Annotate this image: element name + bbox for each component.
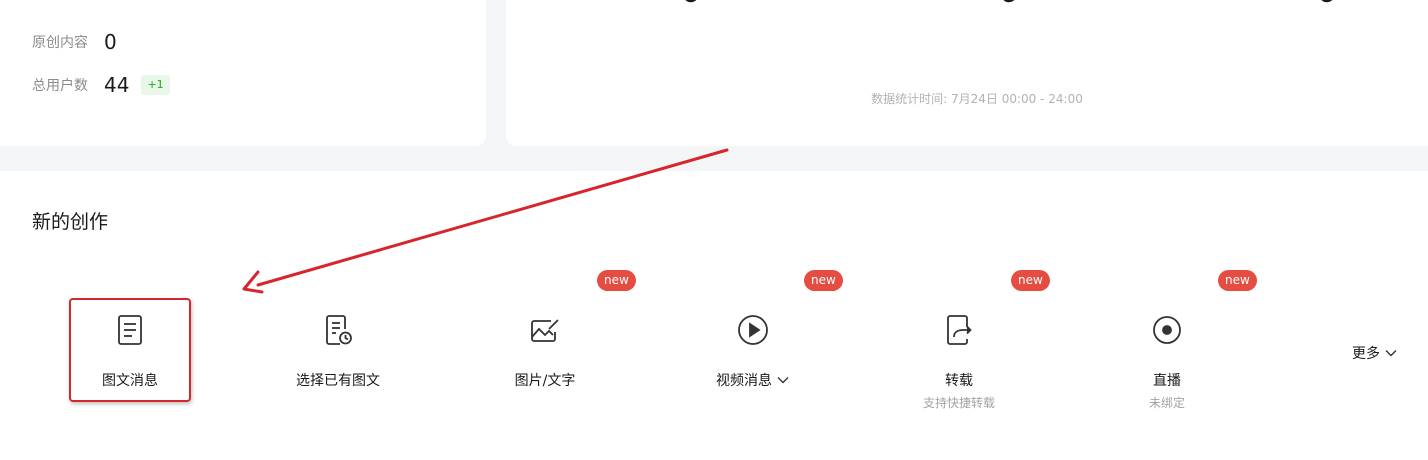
total-users-row: 总用户数 44 +1 xyxy=(32,73,170,97)
select-existing-article-button[interactable]: 选择已有图文 xyxy=(278,300,398,412)
account-stats-card: 原创内容 0 总用户数 44 +1 xyxy=(0,0,486,146)
video-label-text: 视频消息 xyxy=(716,373,772,389)
daily-stats-card: 0 0 0 数据统计时间: 7月24日 00:00 - 24:00 xyxy=(506,0,1428,146)
tile-label: 直播 xyxy=(1153,373,1181,389)
new-badge: new xyxy=(597,270,636,291)
tile-sublabel: 支持快捷转载 xyxy=(922,396,995,410)
tile-label: 转载 xyxy=(945,373,973,389)
original-content-label: 原创内容 xyxy=(32,35,88,51)
more-label: 更多 xyxy=(1352,346,1380,362)
total-users-value: 44 xyxy=(104,73,130,97)
daily-stat-value: 0 xyxy=(661,0,721,11)
original-content-value: 0 xyxy=(104,30,117,54)
original-content-row: 原创内容 0 xyxy=(32,30,117,54)
chevron-down-icon xyxy=(777,377,789,384)
total-users-label: 总用户数 xyxy=(32,78,88,94)
new-badge: new xyxy=(1218,270,1257,291)
stats-time-note: 数据统计时间: 7月24日 00:00 - 24:00 xyxy=(871,92,1083,106)
article-history-icon xyxy=(322,314,354,346)
live-button[interactable]: 直播 未绑定 xyxy=(1107,300,1227,412)
create-image-text-button[interactable]: 图片/文字 xyxy=(485,300,605,412)
tile-sublabel: 未绑定 xyxy=(1148,396,1185,410)
section-title: 新的创作 xyxy=(32,211,109,233)
tile-label: 图片/文字 xyxy=(514,373,576,389)
daily-stat-value: 0 xyxy=(979,0,1039,11)
repost-icon xyxy=(943,314,975,346)
repost-button[interactable]: 转载 支持快捷转载 xyxy=(899,300,1019,412)
new-badge: new xyxy=(1011,270,1050,291)
users-delta-badge: +1 xyxy=(141,75,170,95)
chevron-down-icon xyxy=(1385,350,1397,357)
tile-label: 选择已有图文 xyxy=(296,373,380,389)
tile-label: 视频消息 xyxy=(673,370,833,390)
image-text-icon xyxy=(529,314,561,346)
daily-stat-value: 0 xyxy=(1297,0,1357,11)
video-play-icon xyxy=(737,314,769,346)
live-icon xyxy=(1151,314,1183,346)
annotation-highlight-box xyxy=(69,298,191,402)
more-dropdown[interactable]: 更多 xyxy=(1352,343,1398,363)
new-badge: new xyxy=(804,270,843,291)
create-video-button[interactable]: 视频消息 xyxy=(693,300,813,412)
